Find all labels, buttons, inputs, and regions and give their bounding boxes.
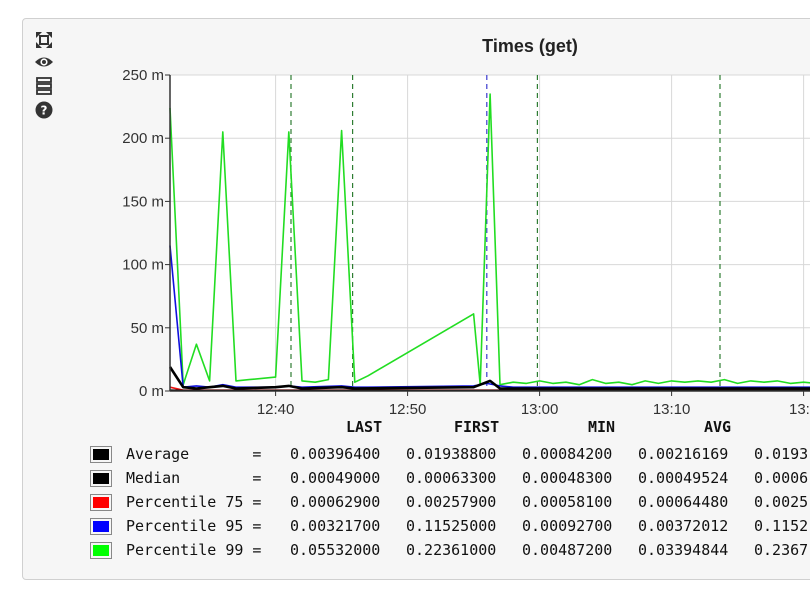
y-tick-label: 0 m [139,383,164,400]
legend-header: LAST FIRST MIN AVG [88,418,731,442]
legend-value: 0.00058100 [522,493,613,511]
legend-series-name: Percentile 99 = [126,541,262,559]
legend-value: 0.0006 [754,469,809,487]
y-tick-label: 50 m [131,320,164,337]
legend-value: 0.00092700 [522,517,613,535]
legend-value: 0.05532000 [290,541,381,559]
legend-value: 0.00321700 [290,517,381,535]
x-tick-label: 12:50 [389,401,427,418]
legend-value: 0.00062900 [290,493,381,511]
y-tick-label: 250 m [122,67,164,84]
legend-swatch[interactable] [90,470,112,487]
legend-value: 0.00257900 [406,493,497,511]
legend-swatch[interactable] [90,494,112,511]
legend-value: 0.22361000 [406,541,497,559]
legend-value: 0.2367 [754,541,809,559]
x-tick-label: 13:2 [789,401,810,418]
column-header: FIRST [454,418,500,436]
legend-value: 0.00216169 [638,445,729,463]
legend-series-name: Median = [126,469,262,487]
line-chart: 0 m 50 m 100 m 150 m 200 m 250 m 12:40 12:50 13… [122,67,810,418]
plot-area [170,75,810,391]
y-tick-label: 150 m [122,193,164,210]
column-header: AVG [704,418,732,436]
legend-value: 0.0025 [754,493,809,511]
legend-swatch-fill [93,521,109,532]
legend-swatch[interactable] [90,518,112,535]
legend-series-name: Percentile 75 = [126,493,262,511]
legend-value: 0.00084200 [522,445,613,463]
y-tick-label: 200 m [122,130,164,147]
legend-value: 0.0193 [754,445,809,463]
legend-swatch[interactable] [90,446,112,463]
legend-series-name: Percentile 95 = [126,517,262,535]
legend-value: 0.00063300 [406,469,497,487]
legend-value: 0.1152 [754,517,809,535]
legend-value: 0.00396400 [290,445,381,463]
legend-value: 0.03394844 [638,541,729,559]
column-header: LAST [346,418,383,436]
legend-value: 0.00487200 [522,541,613,559]
legend-swatch[interactable] [90,542,112,559]
legend-swatch-fill [93,497,109,508]
legend-value: 0.00049000 [290,469,381,487]
column-header: MIN [588,418,616,436]
legend-swatch-fill [93,449,109,460]
legend-value: 0.00048300 [522,469,613,487]
legend-value: 0.11525000 [406,517,497,535]
x-tick-label: 12:40 [257,401,295,418]
legend-value: 0.00064480 [638,493,729,511]
legend-swatch-fill [93,545,109,556]
x-tick-label: 13:10 [653,401,691,418]
legend-value: 0.00372012 [638,517,729,535]
legend-value: 0.00049524 [638,469,729,487]
x-tick-label: 13:00 [521,401,559,418]
legend-swatch-fill [93,473,109,484]
y-tick-label: 100 m [122,257,164,274]
legend-series-name: Average = [126,445,262,463]
legend-value: 0.01938800 [406,445,497,463]
